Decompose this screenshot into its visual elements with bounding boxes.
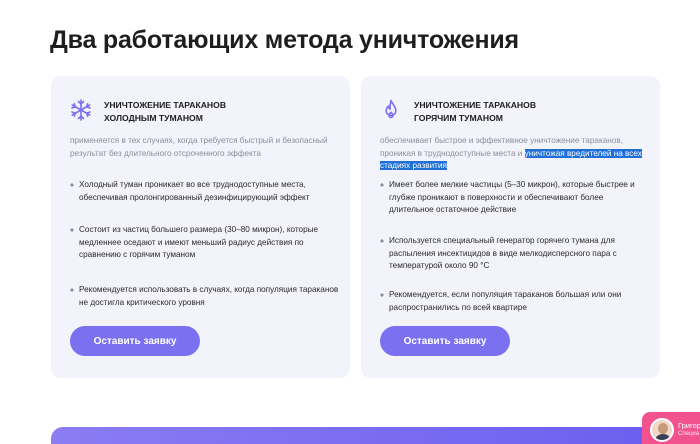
- card-title: УНИЧТОЖЕНИЕ ТАРАКАНОВ ХОЛОДНЫМ ТУМАНОМ: [104, 99, 304, 124]
- chat-agent-role: Специа: [678, 431, 700, 437]
- bullet-marker: [380, 239, 384, 243]
- card-title-line1: УНИЧТОЖЕНИЕ ТАРАКАНОВ: [414, 100, 537, 110]
- bullet-marker: [70, 183, 74, 187]
- card-description: обеспечивает быстрое и эффективное уничт…: [380, 135, 645, 173]
- bullet-marker: [70, 288, 74, 292]
- snowflake-icon: [69, 98, 93, 122]
- submit-request-button[interactable]: Оставить заявку: [380, 326, 510, 356]
- list-item: Используется специальный генератор горяч…: [380, 235, 650, 273]
- list-item: Имеет более мелкие частицы (5–30 микрон)…: [380, 179, 650, 217]
- list-item-text: Состоит из частиц большего размера (30–8…: [79, 225, 319, 260]
- hot-fog-card: УНИЧТОЖЕНИЕ ТАРАКАНОВ ГОРЯЧИМ ТУМАНОМ об…: [361, 76, 660, 378]
- list-item: Состоит из частиц большего размера (30–8…: [70, 224, 340, 262]
- card-title-line2: ХОЛОДНЫМ ТУМАНОМ: [104, 112, 203, 123]
- list-item-text: Используется специальный генератор горяч…: [389, 236, 617, 271]
- list-item: Рекомендуется использовать в случаях, ко…: [70, 284, 340, 309]
- list-item-text: Рекомендуется использовать в случаях, ко…: [79, 285, 339, 307]
- avatar-body: [654, 434, 672, 440]
- list-item: Рекомендуется, если популяция тараканов …: [380, 289, 650, 314]
- chat-agent-name: Григор: [678, 421, 700, 430]
- cold-fog-card: УНИЧТОЖЕНИЕ ТАРАКАНОВ ХОЛОДНЫМ ТУМАНОМ п…: [51, 76, 350, 378]
- submit-request-button[interactable]: Оставить заявку: [70, 326, 200, 356]
- page-title: Два работающих метода уничтожения: [50, 26, 519, 54]
- card-title-line1: УНИЧТОЖЕНИЕ ТАРАКАНОВ: [104, 100, 227, 110]
- card-title: УНИЧТОЖЕНИЕ ТАРАКАНОВ ГОРЯЧИМ ТУМАНОМ: [414, 99, 614, 124]
- bullet-marker: [380, 293, 384, 297]
- list-item-text: Холодный туман проникает во все труднодо…: [79, 180, 310, 202]
- avatar: [650, 418, 674, 442]
- list-item-text: Имеет более мелкие частицы (5–30 микрон)…: [389, 180, 635, 215]
- list-item-text: Рекомендуется, если популяция тараканов …: [389, 290, 622, 312]
- bullet-marker: [70, 228, 74, 232]
- avatar-head: [658, 423, 668, 434]
- bullet-marker: [380, 183, 384, 187]
- list-item: Холодный туман проникает во все труднодо…: [70, 179, 340, 204]
- card-title-line2: ГОРЯЧИМ ТУМАНОМ: [414, 112, 503, 123]
- chat-widget[interactable]: Григор Специа: [642, 412, 700, 444]
- card-description: применяется в тех случаях, когда требует…: [70, 136, 328, 158]
- next-section-banner: [51, 427, 661, 444]
- flame-icon: [379, 98, 403, 122]
